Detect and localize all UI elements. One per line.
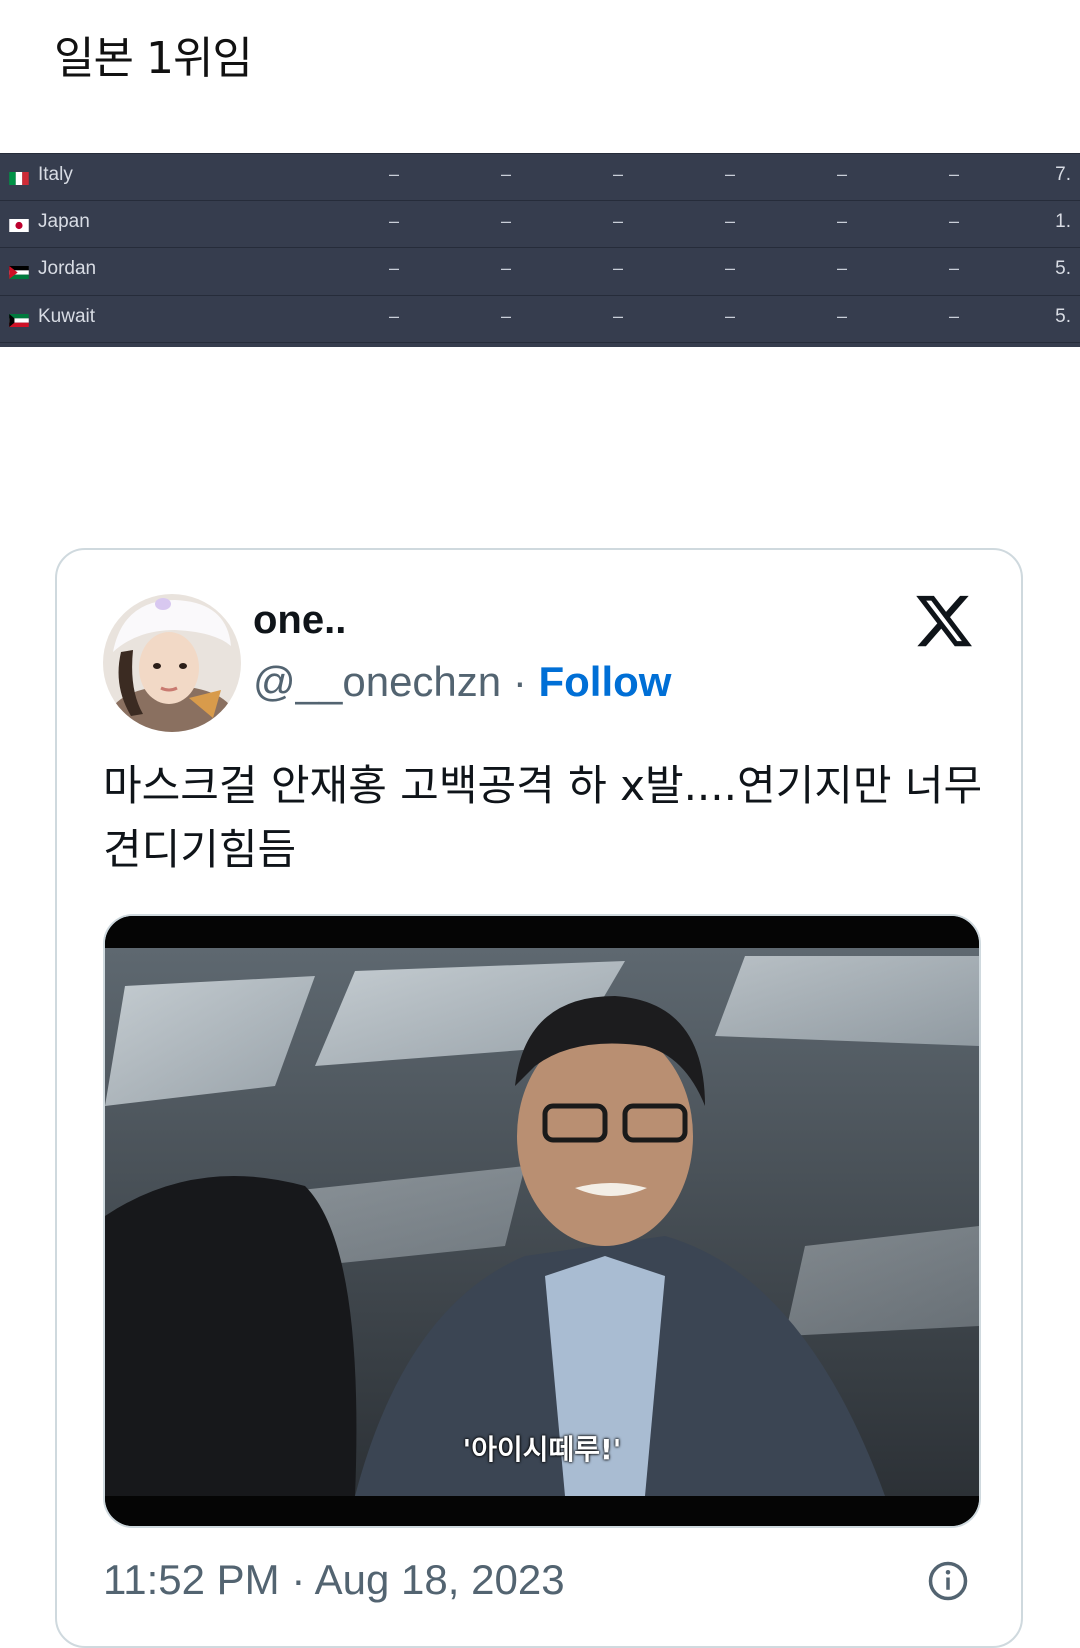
follow-button[interactable]: Follow [538,658,671,705]
rank-value: 1. [1055,210,1071,232]
user-handle[interactable]: @__onechzn [253,658,501,705]
table-cell: – [949,164,960,184]
table-cell: – [613,210,624,231]
tweet-text: 마스크걸 안재홍 고백공격 하 x발....연기지만 너무 견디기힘듬 [103,761,983,874]
table-row: Italy – – – – – – 7. [0,153,1080,201]
table-cell: – [501,164,512,184]
table-cell: – [613,258,624,278]
video-subtitle: '아이시떼루!' [462,1433,622,1466]
table-cell: – [949,258,960,278]
handle-row: @__onechzn · Follow [253,658,671,706]
table-cell: – [389,305,400,326]
japan-flag-icon [9,218,29,232]
table-cell: – [837,210,848,231]
table-cell: – [501,258,512,278]
video-thumbnail[interactable]: '아이시떼루!' [103,914,981,1528]
rank-value: 7. [1055,164,1071,185]
country-name: Jordan [38,258,97,279]
kuwait-flag-icon [9,313,29,327]
table-cell: – [389,210,400,231]
table-row: Jordan – – – – – – 5. [0,248,1080,296]
rank-value: 5. [1055,258,1071,279]
tweet-embed-card[interactable]: one.. @__onechzn · Follow 마스크걸 안재홍 고백공격 … [55,548,1023,1648]
table-cell: – [837,305,848,326]
info-icon[interactable] [927,1560,969,1602]
post-title: 일본 1위임 [54,33,253,84]
table-cell: – [837,164,848,184]
table-cell: – [949,305,960,326]
table-row: Kuwait – – – – – – 5. [0,296,1080,343]
table-cell: – [389,164,400,184]
country-name: Japan [38,210,90,232]
italy-flag-icon [9,172,29,185]
table-cell: – [725,210,736,231]
table-cell: – [725,258,736,278]
jordan-flag-icon [9,266,29,279]
ranking-table: Italy – – – – – – 7. Japan – – – – – – 1… [0,153,1080,347]
avatar[interactable] [103,594,241,732]
rank-value: 5. [1055,305,1071,327]
table-cell: – [501,210,512,231]
table-cell: – [613,305,624,326]
country-name: Kuwait [38,305,96,327]
table-cell: – [725,164,736,184]
table-cell: – [949,210,960,231]
table-cell: – [389,258,400,278]
display-name[interactable]: one.. [253,598,346,643]
separator: · [501,658,539,705]
tweet-timestamp[interactable]: 11:52 PM · Aug 18, 2023 [103,1556,565,1604]
table-cell: – [837,258,848,278]
table-cell: – [725,305,736,326]
x-logo-icon[interactable] [913,590,975,652]
country-name: Italy [38,164,73,185]
table-row: Japan – – – – – – 1. [0,201,1080,248]
table-cell: – [613,164,624,184]
table-cell: – [501,305,512,326]
